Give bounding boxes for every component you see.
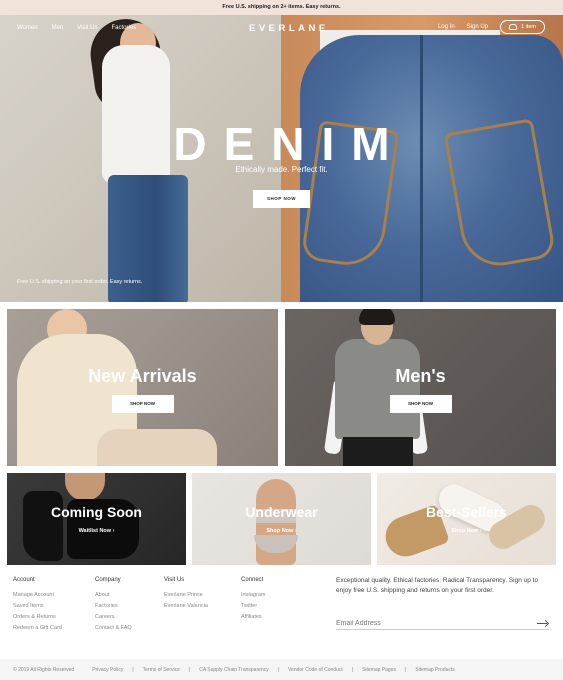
footer-connect-column: Connect Instagram Twitter Affiliates bbox=[241, 577, 265, 625]
bottom-link[interactable]: Sitemap Products bbox=[415, 667, 454, 673]
footer-about-text: Exceptional quality. Ethical factories. … bbox=[336, 577, 539, 594]
footer-heading: Connect bbox=[241, 577, 264, 583]
model-pants bbox=[97, 429, 217, 466]
separator: | bbox=[277, 666, 279, 673]
email-input[interactable] bbox=[336, 619, 516, 627]
bottom-bar: © 2019 All Rights Reserved Privacy Polic… bbox=[0, 659, 563, 680]
tile-title: Underwear bbox=[245, 504, 318, 520]
tile-title: New Arrivals bbox=[88, 366, 197, 386]
cart-count: 1 item bbox=[521, 24, 536, 30]
model-hair bbox=[359, 309, 395, 325]
footer-heading: Company bbox=[95, 577, 121, 583]
nav-visit-us[interactable]: Visit Us bbox=[77, 25, 97, 31]
tile-underwear[interactable]: Underwear Shop Now › bbox=[192, 473, 371, 565]
tile-mens[interactable]: Men's SHOP NOW bbox=[285, 309, 556, 466]
email-signup bbox=[336, 617, 549, 630]
underwear-shop-link[interactable]: Shop Now › bbox=[192, 528, 371, 534]
bottom-link[interactable]: Terms of Service bbox=[143, 667, 180, 673]
tile-new-arrivals[interactable]: New Arrivals SHOP NOW bbox=[7, 309, 278, 466]
footer-company-column: Company About Factories Careers Contact … bbox=[95, 577, 132, 636]
tile-title: Best-Sellers bbox=[426, 504, 507, 520]
model-hands bbox=[65, 473, 105, 501]
promo-banner: Free U.S. shipping on 2+ items. Easy ret… bbox=[0, 0, 563, 15]
cart-button[interactable]: 1 item bbox=[500, 20, 545, 34]
footer-link[interactable]: Manage Account bbox=[13, 592, 62, 598]
category-tiles: Coming Soon Waitlist Now › Underwear Sho… bbox=[0, 466, 563, 565]
separator: | bbox=[188, 666, 191, 673]
footer-account-column: Account Manage Account Saved Items Order… bbox=[13, 577, 62, 636]
footer-link[interactable]: About bbox=[95, 592, 132, 598]
nav-women[interactable]: Women bbox=[17, 25, 38, 31]
bottom-link[interactable]: CA Supply Chain Transparency bbox=[199, 667, 268, 673]
footer-heading: Visit Us bbox=[164, 577, 185, 583]
separator: | bbox=[351, 666, 354, 673]
footer-link[interactable]: Twitter bbox=[241, 603, 265, 609]
hero-shop-now-button[interactable]: SHOP NOW bbox=[253, 190, 310, 208]
waitlist-link[interactable]: Waitlist Now › bbox=[7, 528, 186, 534]
featured-tiles: New Arrivals SHOP NOW Men's SHOP NOW bbox=[0, 302, 563, 466]
footer-link[interactable]: Contact & FAQ bbox=[95, 625, 132, 631]
footer-link[interactable]: Factories bbox=[95, 603, 132, 609]
model-tee bbox=[335, 339, 420, 439]
tile-coming-soon[interactable]: Coming Soon Waitlist Now › bbox=[7, 473, 186, 565]
mens-shop-button[interactable]: SHOP NOW bbox=[389, 395, 452, 413]
footer: Account Manage Account Saved Items Order… bbox=[0, 565, 563, 659]
footer-link[interactable]: Everlane Valencia bbox=[164, 603, 208, 609]
footer-link[interactable]: Redeem a Gift Card bbox=[13, 625, 62, 631]
tile-best-sellers[interactable]: Best-Sellers Shop Now › bbox=[377, 473, 556, 565]
nav-factories[interactable]: Factories bbox=[111, 25, 136, 31]
arrow-right-icon[interactable] bbox=[537, 620, 549, 627]
top-nav: Women Men Visit Us Factories EVERLANE Lo… bbox=[0, 15, 563, 41]
footer-link[interactable]: Orders & Returns bbox=[13, 614, 62, 620]
tile-title: Men's bbox=[395, 366, 446, 386]
separator: | bbox=[405, 666, 407, 673]
login-link[interactable]: Log In bbox=[438, 24, 455, 30]
separator: | bbox=[132, 666, 134, 673]
footer-link[interactable]: Affiliates bbox=[241, 614, 265, 620]
hero-title: DENIM bbox=[173, 118, 407, 170]
cart-icon bbox=[509, 24, 518, 30]
everlane-logo[interactable]: EVERLANE bbox=[249, 23, 329, 34]
bottom-link[interactable]: Vendor Code of Conduct bbox=[288, 667, 343, 673]
copyright: © 2019 All Rights Reserved bbox=[13, 666, 75, 673]
bottom-link[interactable]: Privacy Policy bbox=[92, 667, 123, 673]
model-pants bbox=[343, 437, 413, 466]
footer-link[interactable]: Careers bbox=[95, 614, 132, 620]
tile-title: Coming Soon bbox=[51, 504, 142, 520]
hero-subtitle: Ethically made. Perfect fit. bbox=[235, 165, 328, 174]
footer-link[interactable]: Saved Items bbox=[13, 603, 62, 609]
best-sellers-shop-link[interactable]: Shop Now › bbox=[377, 528, 556, 534]
signup-link[interactable]: Sign Up bbox=[467, 24, 488, 30]
footer-heading: Account bbox=[13, 577, 35, 583]
hero-section: Women Men Visit Us Factories EVERLANE Lo… bbox=[0, 15, 563, 302]
footer-link[interactable]: Instagram bbox=[241, 592, 265, 598]
nav-men[interactable]: Men bbox=[52, 25, 64, 31]
footer-link[interactable]: Everlane Prince bbox=[164, 592, 208, 598]
hero-shipping-note: Free U.S. shipping on your first order. … bbox=[17, 279, 143, 285]
bottom-link[interactable]: Sitemap Pages bbox=[362, 667, 396, 673]
new-arrivals-shop-button[interactable]: SHOP NOW bbox=[111, 395, 174, 413]
footer-visit-column: Visit Us Everlane Prince Everlane Valenc… bbox=[164, 577, 208, 614]
boot-image bbox=[23, 491, 63, 561]
